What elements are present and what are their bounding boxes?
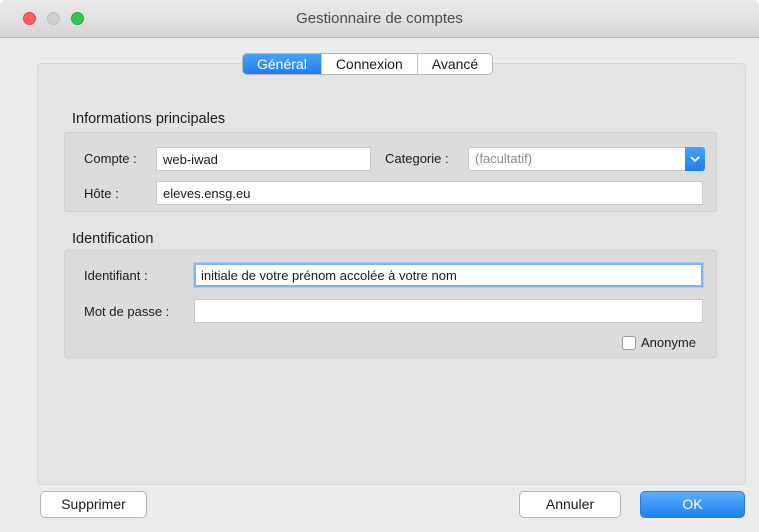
window-title: Gestionnaire de comptes (296, 10, 463, 27)
chevron-down-icon[interactable] (685, 147, 705, 171)
host-label: Hôte : (84, 186, 119, 201)
account-manager-window: Gestionnaire de comptes Général Connexio… (0, 0, 759, 532)
tab-avance[interactable]: Avancé (418, 54, 492, 74)
section-title-main-info: Informations principales (72, 111, 226, 127)
delete-button[interactable]: Supprimer (40, 491, 147, 518)
password-label: Mot de passe : (84, 304, 170, 319)
title-bar[interactable]: Gestionnaire de comptes (0, 0, 759, 38)
tab-general[interactable]: Général (243, 54, 322, 74)
category-select-value: (facultatif) (475, 151, 533, 166)
password-input[interactable] (194, 299, 703, 323)
tab-connexion[interactable]: Connexion (322, 54, 418, 74)
anonymous-checkbox[interactable] (622, 336, 636, 350)
account-label: Compte : (84, 151, 137, 166)
account-input[interactable] (156, 147, 371, 171)
category-label: Categorie : (385, 151, 449, 166)
anonymous-label: Anonyme (641, 335, 696, 350)
tab-bar: Général Connexion Avancé (242, 53, 494, 75)
ok-button[interactable]: OK (640, 491, 745, 518)
username-input[interactable] (194, 263, 703, 287)
section-title-identification: Identification (72, 231, 154, 247)
category-select[interactable]: (facultatif) (468, 147, 705, 171)
username-label: Identifiant : (84, 268, 148, 283)
host-input[interactable] (156, 181, 703, 205)
cancel-button[interactable]: Annuler (519, 491, 621, 518)
